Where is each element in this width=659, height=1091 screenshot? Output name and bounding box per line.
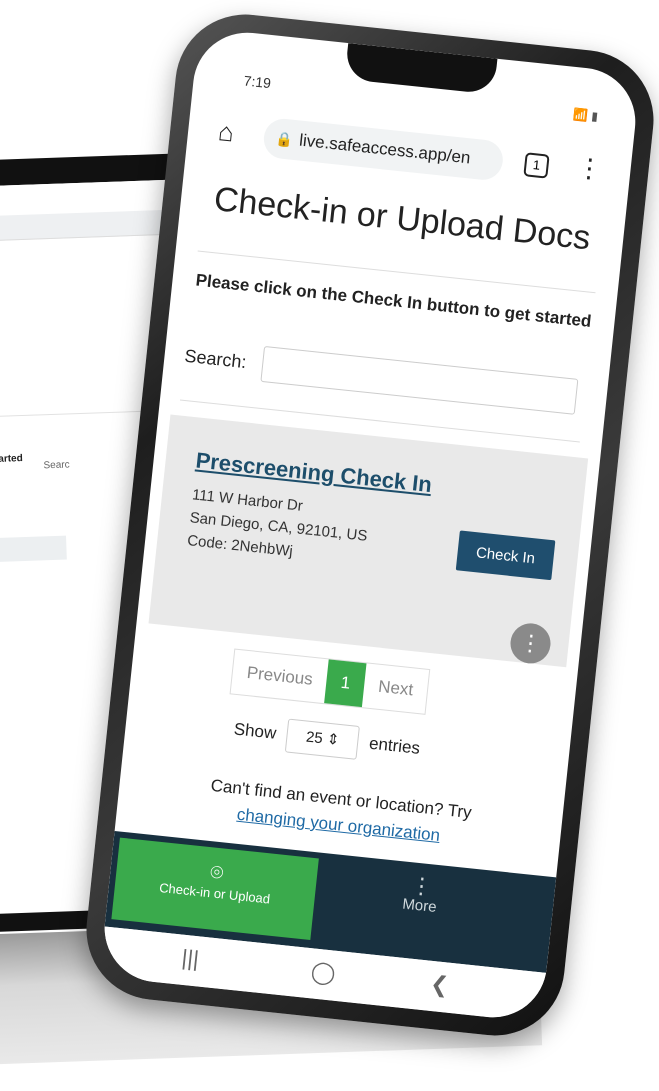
recent-apps-icon[interactable]: ||| [180, 945, 200, 973]
check-in-button[interactable]: Check In [455, 530, 556, 581]
page-title: Check-in or Upload Docs [212, 180, 593, 258]
entries-value: 25 [305, 728, 324, 748]
event-address: 111 W Harbor Dr San Diego, CA, 92101, US… [186, 483, 371, 570]
event-code: Code: 2NehbWj [186, 532, 294, 561]
status-time: 7:19 [242, 72, 272, 92]
phone: 7:19 📶 ▮ ⌂ 🔒 live.safeaccess.app/en 1 ⋮ C… [79, 7, 659, 1043]
url-text: live.safeaccess.app/en [298, 130, 472, 168]
laptop-instruction-fragment: t started [0, 453, 23, 466]
previous-page-button[interactable]: Previous [231, 650, 329, 704]
entries-select[interactable]: 25 ⇕ [285, 718, 361, 760]
instruction-text: Please click on the Check In button to g… [194, 270, 593, 331]
search-row: Search: [176, 337, 598, 421]
entries-row: Show 25 ⇕ entries [232, 713, 422, 766]
entries-label: entries [368, 733, 421, 758]
back-icon[interactable]: ❮ [429, 971, 450, 999]
android-home-icon[interactable]: ◯ [310, 958, 337, 986]
address-bar[interactable]: 🔒 live.safeaccess.app/en [261, 116, 505, 182]
event-card: Prescreening Check In 111 W Harbor Dr Sa… [148, 414, 589, 668]
search-label: Search: [183, 345, 248, 373]
signal-battery-icon: 📶 ▮ [572, 107, 599, 124]
nav-more[interactable]: ⋮ More [374, 871, 468, 919]
home-icon[interactable]: ⌂ [217, 116, 236, 148]
search-input[interactable] [260, 345, 579, 415]
next-page-button[interactable]: Next [362, 663, 429, 713]
select-arrows-icon: ⇕ [325, 730, 341, 749]
more-options-icon[interactable]: ⋮ [508, 621, 553, 666]
pagination: Previous 1 Next [229, 648, 431, 715]
nav-more-label: More [401, 895, 438, 916]
page-1-button[interactable]: 1 [324, 659, 367, 708]
tab-count-button[interactable]: 1 [523, 152, 550, 179]
nav-checkin-upload[interactable]: ⌾ Check-in or Upload [111, 837, 319, 941]
laptop-search-fragment: Searc [43, 459, 70, 472]
browser-menu-icon[interactable]: ⋮ [575, 152, 604, 186]
laptop-band [0, 535, 67, 563]
show-label: Show [232, 719, 278, 743]
lock-icon: 🔒 [275, 130, 295, 148]
